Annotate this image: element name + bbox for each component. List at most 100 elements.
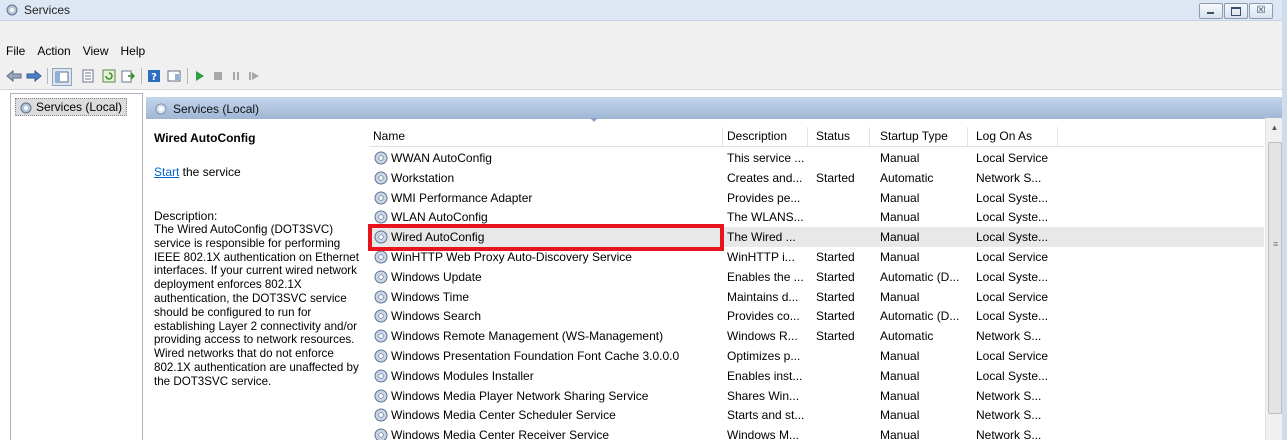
help-icon[interactable]: ? — [146, 68, 162, 84]
row-log-on-as: Local Service — [976, 151, 1049, 165]
row-name: WMI Performance Adapter — [391, 190, 533, 205]
vertical-scrollbar[interactable]: ▲ ≡ — [1265, 118, 1283, 440]
row-name: Windows Presentation Foundation Font Cac… — [391, 349, 680, 363]
service-gear-icon — [374, 369, 388, 383]
scroll-up-arrow-icon[interactable]: ▲ — [1266, 121, 1283, 135]
pane-header-title: Services (Local) — [173, 102, 260, 116]
row-description: Enables inst... — [727, 368, 803, 383]
row-name: Windows Media Center Receiver Service — [391, 428, 610, 440]
scroll-thumb[interactable]: ≡ — [1268, 142, 1282, 414]
back-arrow-icon[interactable] — [6, 68, 22, 84]
service-gear-icon — [374, 349, 388, 363]
window-controls: ☒ — [1199, 3, 1273, 19]
row-name: Windows Update — [391, 269, 482, 284]
services-app-icon — [6, 4, 18, 16]
row-name: Windows Search — [391, 309, 482, 324]
pause-service-icon[interactable] — [229, 68, 243, 84]
table-row[interactable]: Windows Media Center Receiver Service Win… — [369, 425, 1264, 440]
row-status: Started — [816, 269, 855, 284]
table-row[interactable]: Windows Search Provides co... Started Autom… — [369, 306, 1264, 326]
refresh-icon[interactable] — [101, 68, 117, 84]
table-row[interactable]: Windows Media Center Scheduler Service St… — [369, 405, 1264, 425]
row-log-on-as: Network S... — [976, 329, 1042, 344]
export-list-icon[interactable] — [120, 68, 136, 84]
title-bar: Services ☒ — [0, 0, 1287, 21]
row-name: WLAN AutoConfig — [391, 210, 488, 225]
row-log-on-as: Local Syste... — [976, 210, 1049, 225]
column-name[interactable]: Name — [373, 129, 405, 143]
stop-service-icon[interactable] — [211, 68, 225, 84]
toolbar: ? — [0, 63, 1287, 90]
row-description: Windows M... — [727, 428, 800, 440]
toolbar-separator — [187, 68, 188, 84]
row-name: Windows Media Player Network Sharing Ser… — [391, 388, 649, 403]
column-log-on-as[interactable]: Log On As — [976, 129, 1032, 143]
row-status: Started — [816, 250, 855, 264]
row-startup-type: Manual — [880, 230, 920, 245]
table-row[interactable]: Windows Remote Management (WS-Management… — [369, 326, 1264, 346]
row-startup-type: Automatic (D... — [880, 269, 960, 284]
row-log-on-as: Local Syste... — [976, 190, 1049, 205]
column-divider[interactable] — [869, 127, 870, 146]
start-link[interactable]: Start — [154, 165, 179, 179]
table-row[interactable]: Windows Media Player Network Sharing Ser… — [369, 386, 1264, 406]
row-startup-type: Manual — [880, 190, 920, 205]
close-button[interactable]: ☒ — [1249, 3, 1273, 19]
menu-action[interactable]: Action — [31, 43, 76, 59]
properties-icon[interactable] — [80, 68, 96, 84]
minimize-button[interactable] — [1199, 3, 1223, 19]
service-gear-icon — [374, 408, 388, 422]
row-name: WinHTTP Web Proxy Auto-Discovery Service — [391, 250, 632, 264]
service-gear-icon — [374, 290, 388, 304]
column-divider[interactable] — [1057, 127, 1058, 146]
window-frame-right — [1282, 0, 1287, 440]
menu-toolbar-background — [0, 21, 1287, 63]
row-startup-type: Manual — [880, 428, 920, 440]
row-startup-type: Manual — [880, 408, 920, 423]
maximize-button[interactable] — [1224, 3, 1248, 19]
table-row[interactable]: WMI Performance Adapter Provides pe... Man… — [369, 188, 1264, 208]
table-row[interactable]: Workstation Creates and... Started Automati… — [369, 168, 1264, 188]
row-log-on-as: Network S... — [976, 170, 1042, 185]
menu-help[interactable]: Help — [115, 43, 152, 59]
row-description: Creates and... — [727, 170, 803, 185]
column-startup-type[interactable]: Startup Type — [880, 129, 948, 143]
service-gear-icon — [374, 210, 388, 224]
table-row[interactable]: Windows Modules Installer Enables inst...… — [369, 366, 1264, 386]
column-divider[interactable] — [967, 127, 968, 146]
column-divider[interactable] — [807, 127, 808, 146]
row-startup-type: Manual — [880, 250, 920, 264]
svg-text:?: ? — [151, 72, 157, 83]
row-startup-type: Manual — [880, 388, 920, 403]
row-startup-type: Manual — [880, 289, 920, 304]
table-row[interactable]: WWAN AutoConfig This service ... Manual Loc… — [369, 148, 1264, 168]
row-description: Windows R... — [727, 329, 798, 344]
menu-view[interactable]: View — [77, 43, 115, 59]
menu-file[interactable]: File — [0, 43, 31, 59]
gear-icon — [20, 102, 32, 114]
row-description: This service ... — [727, 151, 805, 165]
start-service-icon[interactable] — [193, 68, 207, 84]
row-log-on-as: Network S... — [976, 428, 1042, 440]
table-row[interactable]: Windows Presentation Foundation Font Cac… — [369, 346, 1264, 366]
service-gear-icon — [374, 389, 388, 403]
column-status[interactable]: Status — [816, 129, 850, 143]
column-description[interactable]: Description — [727, 129, 787, 143]
row-description: Starts and st... — [727, 408, 805, 423]
tree-item-services-local[interactable]: Services (Local) — [15, 98, 128, 116]
show-hide-console-tree-icon[interactable] — [52, 68, 72, 86]
table-row[interactable]: Windows Update Enables the ... Started Auto… — [369, 267, 1264, 287]
window-title: Services — [24, 3, 71, 17]
row-startup-type: Manual — [880, 349, 920, 363]
tree-item-label: Services (Local) — [36, 100, 123, 114]
row-log-on-as: Local Service — [976, 349, 1049, 363]
resume-service-icon[interactable] — [247, 68, 261, 84]
column-divider[interactable] — [722, 127, 723, 146]
row-startup-type: Automatic — [880, 329, 934, 344]
row-name: Workstation — [391, 170, 455, 185]
show-hide-action-pane-icon[interactable] — [166, 68, 182, 84]
row-status: Started — [816, 329, 855, 344]
row-startup-type: Automatic (D... — [880, 309, 960, 324]
forward-arrow-icon[interactable] — [26, 68, 42, 84]
table-row[interactable]: Windows Time Maintains d... Started Manual L… — [369, 287, 1264, 307]
